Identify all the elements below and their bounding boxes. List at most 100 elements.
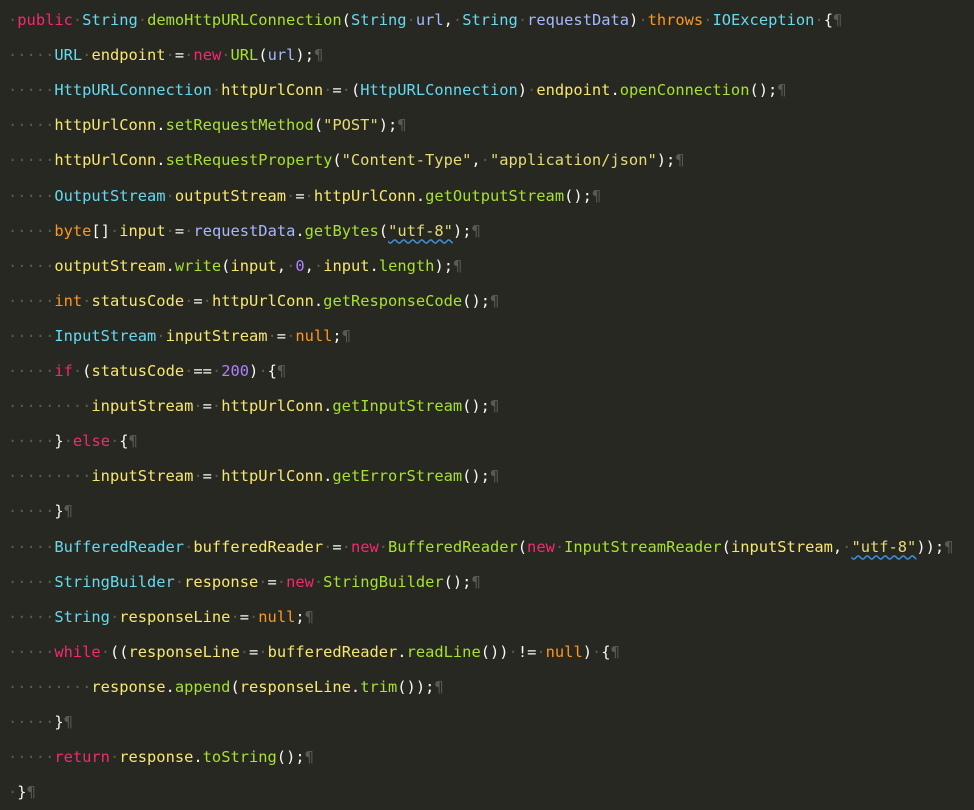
code-token: . xyxy=(397,642,407,661)
code-line[interactable]: ·····outputStream.write(input,·0,·input.… xyxy=(8,254,974,278)
code-line[interactable]: ·····BufferedReader·bufferedReader·=·new… xyxy=(8,535,974,559)
code-token: = xyxy=(332,537,342,556)
code-token: } xyxy=(17,783,27,802)
code-line[interactable]: ·········inputStream·=·httpUrlConn.getIn… xyxy=(8,394,974,418)
code-token: openConnection xyxy=(619,81,750,100)
indent-marker: ····· xyxy=(8,362,55,380)
code-line[interactable]: ·public·String·demoHttpURLConnection(Str… xyxy=(8,8,974,32)
code-line[interactable]: ·····OutputStream·outputStream·=·httpUrl… xyxy=(8,184,974,208)
code-line[interactable]: ·········inputStream·=·httpUrlConn.getEr… xyxy=(8,464,974,488)
code-token: = xyxy=(276,326,287,345)
indent-marker: ····· xyxy=(8,116,55,135)
code-token: while xyxy=(54,642,101,661)
code-token: responseLine xyxy=(239,677,351,696)
whitespace-marker: · xyxy=(554,537,565,556)
code-token: response xyxy=(119,748,194,767)
code-token: return xyxy=(54,748,110,767)
pilcrow-icon: ¶ xyxy=(128,432,138,451)
code-token: OutputStream xyxy=(54,186,166,205)
code-line[interactable]: ·····httpUrlConn.setRequestProperty("Con… xyxy=(8,148,974,172)
whitespace-marker: · xyxy=(109,748,120,767)
code-token: } xyxy=(54,713,64,731)
code-line[interactable]: ·····if·(statusCode·==·200)·{¶ xyxy=(8,359,974,383)
code-line[interactable]: ·····return·response.toString();¶ xyxy=(8,745,974,769)
pilcrow-icon: ¶ xyxy=(313,46,324,65)
indent-marker: ····· xyxy=(8,221,55,240)
code-token: int xyxy=(54,291,83,310)
code-token: (); xyxy=(276,748,305,767)
code-token: "Content-Type" xyxy=(341,151,472,170)
pilcrow-icon: ¶ xyxy=(489,397,500,416)
code-token: ); xyxy=(452,221,472,240)
pilcrow-icon: ¶ xyxy=(675,151,685,170)
code-line[interactable]: ·····URL·endpoint·=·new·URL(url);¶ xyxy=(8,43,974,67)
code-token: IOException xyxy=(712,11,815,29)
code-token: ( xyxy=(258,46,268,65)
code-token: { xyxy=(119,432,129,451)
code-token: "utf-8" xyxy=(851,537,917,556)
code-line[interactable]: ·········response.append(responseLine.tr… xyxy=(8,675,974,699)
whitespace-marker: · xyxy=(527,81,537,100)
whitespace-marker: · xyxy=(480,151,490,170)
code-token: ) xyxy=(629,11,639,29)
whitespace-marker: · xyxy=(100,642,110,661)
whitespace-marker: · xyxy=(258,362,268,380)
pilcrow-icon: ¶ xyxy=(434,677,444,696)
code-token: BufferedReader xyxy=(54,537,185,556)
code-token: ) xyxy=(582,642,592,661)
code-token: requestData xyxy=(193,221,296,240)
code-token: response xyxy=(184,572,259,591)
code-line[interactable]: ·····InputStream·inputStream·=·null;¶ xyxy=(8,324,974,348)
code-token: endpoint xyxy=(536,81,611,100)
code-token: StringBuilder xyxy=(54,572,175,591)
indent-marker: ····· xyxy=(8,537,55,556)
indent-marker: ····· xyxy=(8,748,55,767)
whitespace-marker: · xyxy=(286,186,296,205)
code-line[interactable]: ·····String·responseLine·=·null;¶ xyxy=(8,605,974,629)
pilcrow-icon: ¶ xyxy=(610,642,620,661)
indent-marker: ····· xyxy=(8,151,55,170)
code-line[interactable]: ·····while·((responseLine·=·bufferedRead… xyxy=(8,640,974,664)
whitespace-marker: · xyxy=(341,81,351,100)
code-token: demoHttpURLConnection xyxy=(147,11,342,29)
whitespace-marker: · xyxy=(211,397,222,416)
code-token: , xyxy=(276,256,287,275)
code-token: httpUrlConn xyxy=(54,151,157,170)
indent-marker: ····· xyxy=(8,642,55,661)
code-line[interactable]: ·····}¶ xyxy=(8,499,974,523)
code-token: setRequestProperty xyxy=(165,151,333,170)
code-token: { xyxy=(601,642,611,661)
code-token: (); xyxy=(564,186,592,205)
whitespace-marker: · xyxy=(184,362,194,380)
code-token: httpUrlConn xyxy=(54,116,157,135)
code-line[interactable]: ·}¶ xyxy=(8,780,974,804)
whitespace-marker: · xyxy=(211,81,222,100)
pilcrow-icon: ¶ xyxy=(489,291,500,310)
code-token: outputStream xyxy=(174,186,287,205)
code-line[interactable]: ·····httpUrlConn.setRequestMethod("POST"… xyxy=(8,113,974,137)
pilcrow-icon: ¶ xyxy=(489,467,500,486)
pilcrow-icon: ¶ xyxy=(777,81,787,100)
code-token: . xyxy=(369,256,379,275)
code-line[interactable]: ·····HttpURLConnection·httpUrlConn·=·(Ht… xyxy=(8,78,974,102)
code-line[interactable]: ·····}¶ xyxy=(8,710,974,734)
code-token: bufferedReader xyxy=(267,642,398,661)
code-editor[interactable]: ·public·String·demoHttpURLConnection(Str… xyxy=(0,0,974,810)
code-token: new xyxy=(527,537,555,556)
whitespace-marker: · xyxy=(165,221,175,240)
code-token: append xyxy=(174,677,231,696)
code-token: { xyxy=(267,362,277,380)
code-token: responseLine xyxy=(119,607,231,626)
whitespace-marker: · xyxy=(156,326,166,345)
code-token: . xyxy=(165,677,175,696)
whitespace-marker: · xyxy=(313,572,324,591)
code-token: ()); xyxy=(397,677,435,696)
code-token: length xyxy=(378,256,435,275)
code-line[interactable]: ·····StringBuilder·response·=·new·String… xyxy=(8,570,974,594)
code-token: httpUrlConn xyxy=(221,397,324,416)
code-token: input xyxy=(230,256,277,275)
code-token: [] xyxy=(91,221,110,240)
code-line[interactable]: ·····byte[]·input·=·requestData.getBytes… xyxy=(8,219,974,243)
code-line[interactable]: ·····}·else·{¶ xyxy=(8,429,974,453)
code-line[interactable]: ·····int·statusCode·=·httpUrlConn.getRes… xyxy=(8,289,974,313)
